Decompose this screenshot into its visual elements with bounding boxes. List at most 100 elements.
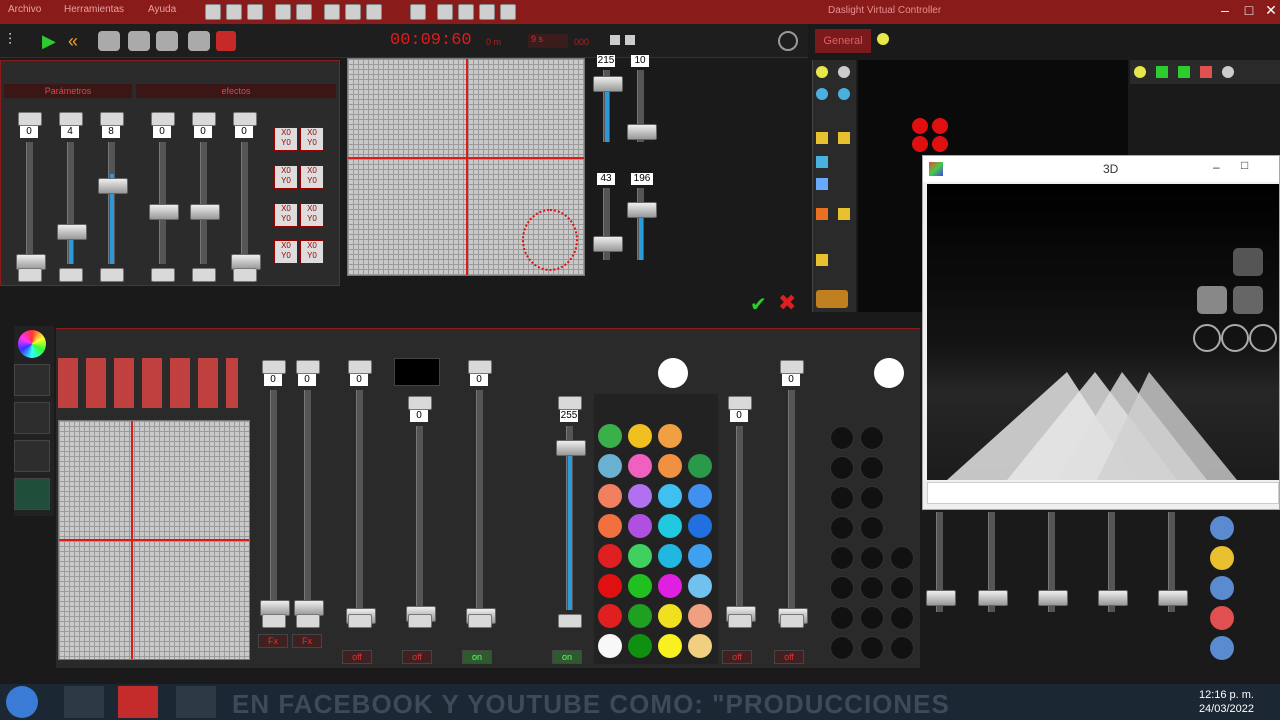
effect-fader-1-down-arrow[interactable] (18, 268, 42, 282)
alert-icon[interactable] (1210, 606, 1234, 630)
effect-fader-2-thumb[interactable] (57, 224, 87, 240)
toggle-button-2[interactable]: off (402, 650, 432, 664)
fixture-icon[interactable] (345, 4, 361, 20)
loop-icon[interactable] (778, 31, 798, 51)
xy-toggle-7[interactable]: X0 Y0 (274, 240, 298, 264)
menu-ayuda[interactable]: Ayuda (148, 4, 176, 15)
matrix-icon[interactable] (14, 478, 50, 510)
zoom-out-3d-icon[interactable] (1193, 324, 1221, 352)
help-icon-3[interactable] (1210, 636, 1234, 660)
menu-herramientas[interactable]: Herramientas (64, 4, 124, 15)
effect-fader-4-down-arrow[interactable] (151, 268, 175, 282)
intensity-fader-up-arrow[interactable] (558, 396, 582, 410)
taskbar-app-lt[interactable] (118, 686, 158, 718)
intensity-fader-down-arrow[interactable] (558, 614, 582, 628)
view-down-icon[interactable] (1233, 286, 1263, 314)
effect-fader-3-thumb[interactable] (98, 178, 128, 194)
effects-icon[interactable] (14, 440, 50, 472)
tilt-fader-thumb[interactable] (627, 124, 657, 140)
tilt-fine-thumb[interactable] (627, 202, 657, 218)
color-swatch[interactable] (658, 514, 682, 538)
color-swatch[interactable] (598, 424, 622, 448)
stage-add-icon[interactable] (1156, 66, 1168, 78)
patch-icon[interactable] (366, 4, 382, 20)
stage-bulb-icon[interactable] (1134, 66, 1146, 78)
pan-tilt-grid[interactable] (347, 58, 585, 276)
grid-icon[interactable] (437, 4, 453, 20)
strobe-fader-down-arrow[interactable] (728, 614, 752, 628)
color-swatch[interactable] (628, 574, 652, 598)
color-swatch[interactable] (658, 544, 682, 568)
gobo-swatch[interactable] (860, 606, 884, 630)
save-icon[interactable] (247, 4, 263, 20)
toggle-button-3[interactable]: on (462, 650, 492, 664)
extra-fader-thumb[interactable] (926, 590, 956, 606)
color-swatch[interactable] (658, 604, 682, 628)
preset-grid[interactable] (58, 358, 238, 408)
stage-export-icon[interactable] (1200, 66, 1212, 78)
color-swatch[interactable] (628, 604, 652, 628)
tip-icon[interactable] (1210, 546, 1234, 570)
lock-icon[interactable] (816, 254, 828, 266)
tab-general[interactable]: General (815, 29, 871, 53)
close-icon[interactable]: ✖ (778, 290, 796, 316)
network-icon[interactable] (458, 4, 474, 20)
effect-fader-3-down-arrow[interactable] (100, 268, 124, 282)
hand-icon[interactable] (98, 31, 120, 51)
effect-fader-5-up-arrow[interactable] (192, 112, 216, 126)
y-fader-down-arrow[interactable] (296, 614, 320, 628)
effect-fader-1-up-arrow[interactable] (18, 112, 42, 126)
delete-icon[interactable] (216, 31, 236, 51)
color-swatch[interactable] (598, 544, 622, 568)
xy-toggle-5[interactable]: X0 Y0 (274, 203, 298, 227)
color-swatch[interactable] (658, 424, 682, 448)
xy-grid[interactable] (58, 420, 250, 660)
export-icon[interactable] (275, 4, 291, 20)
hand-select-icon[interactable] (156, 31, 178, 51)
check-icon[interactable]: ✔ (750, 292, 767, 317)
gobo-swatch[interactable] (890, 636, 914, 660)
view-up-icon[interactable] (1233, 248, 1263, 276)
3d-command-input[interactable] (927, 482, 1279, 504)
zoom-in-icon[interactable] (816, 88, 828, 100)
toggle-button-5[interactable]: off (722, 650, 752, 664)
effect-fader-2-up-arrow[interactable] (59, 112, 83, 126)
effect-fader-5-down-arrow[interactable] (192, 268, 216, 282)
color-swatch[interactable] (658, 634, 682, 658)
y-fader-up-arrow[interactable] (296, 360, 320, 374)
plus-icon[interactable] (625, 35, 635, 45)
color-wheel-icon[interactable] (18, 330, 46, 358)
audio-icon[interactable] (500, 4, 516, 20)
maximize-button[interactable]: □ (1238, 2, 1260, 20)
new-file-icon[interactable] (205, 4, 221, 20)
color-swatch[interactable] (598, 514, 622, 538)
color-swatch[interactable] (688, 544, 712, 568)
play-icon[interactable]: ▶ (42, 31, 56, 52)
gobo-swatch[interactable] (830, 426, 854, 450)
rewind-icon[interactable]: « (68, 31, 78, 52)
color-swatch[interactable] (598, 574, 622, 598)
time-seconds-field[interactable]: 9 s (528, 34, 568, 48)
fx-button-1[interactable]: Fx (258, 634, 288, 648)
effect-fader-4-up-arrow[interactable] (151, 112, 175, 126)
fx-button-2[interactable]: Fx (292, 634, 322, 648)
extra-fader-thumb[interactable] (1098, 590, 1128, 606)
mirror-icon[interactable] (816, 156, 828, 168)
shape-grid-icon[interactable] (816, 208, 828, 220)
zoom-reset-3d-icon[interactable] (1221, 324, 1249, 352)
faders-icon[interactable] (14, 364, 50, 396)
taskbar-app-1[interactable] (64, 686, 104, 718)
color-swatch[interactable] (628, 514, 652, 538)
color-swatch[interactable] (598, 484, 622, 508)
frost-fader-down-arrow[interactable] (408, 614, 432, 628)
toggle-button-4[interactable]: on (552, 650, 582, 664)
position-icon[interactable] (14, 402, 50, 434)
color-swatch[interactable] (628, 634, 652, 658)
color-swatch[interactable] (688, 634, 712, 658)
gobo-swatch[interactable] (890, 606, 914, 630)
color-swatch[interactable] (688, 454, 712, 478)
hand-grab-icon[interactable] (188, 31, 210, 51)
color-swatch[interactable] (688, 574, 712, 598)
hand-multi-icon[interactable] (128, 31, 150, 51)
view-left-icon[interactable] (1197, 286, 1227, 314)
